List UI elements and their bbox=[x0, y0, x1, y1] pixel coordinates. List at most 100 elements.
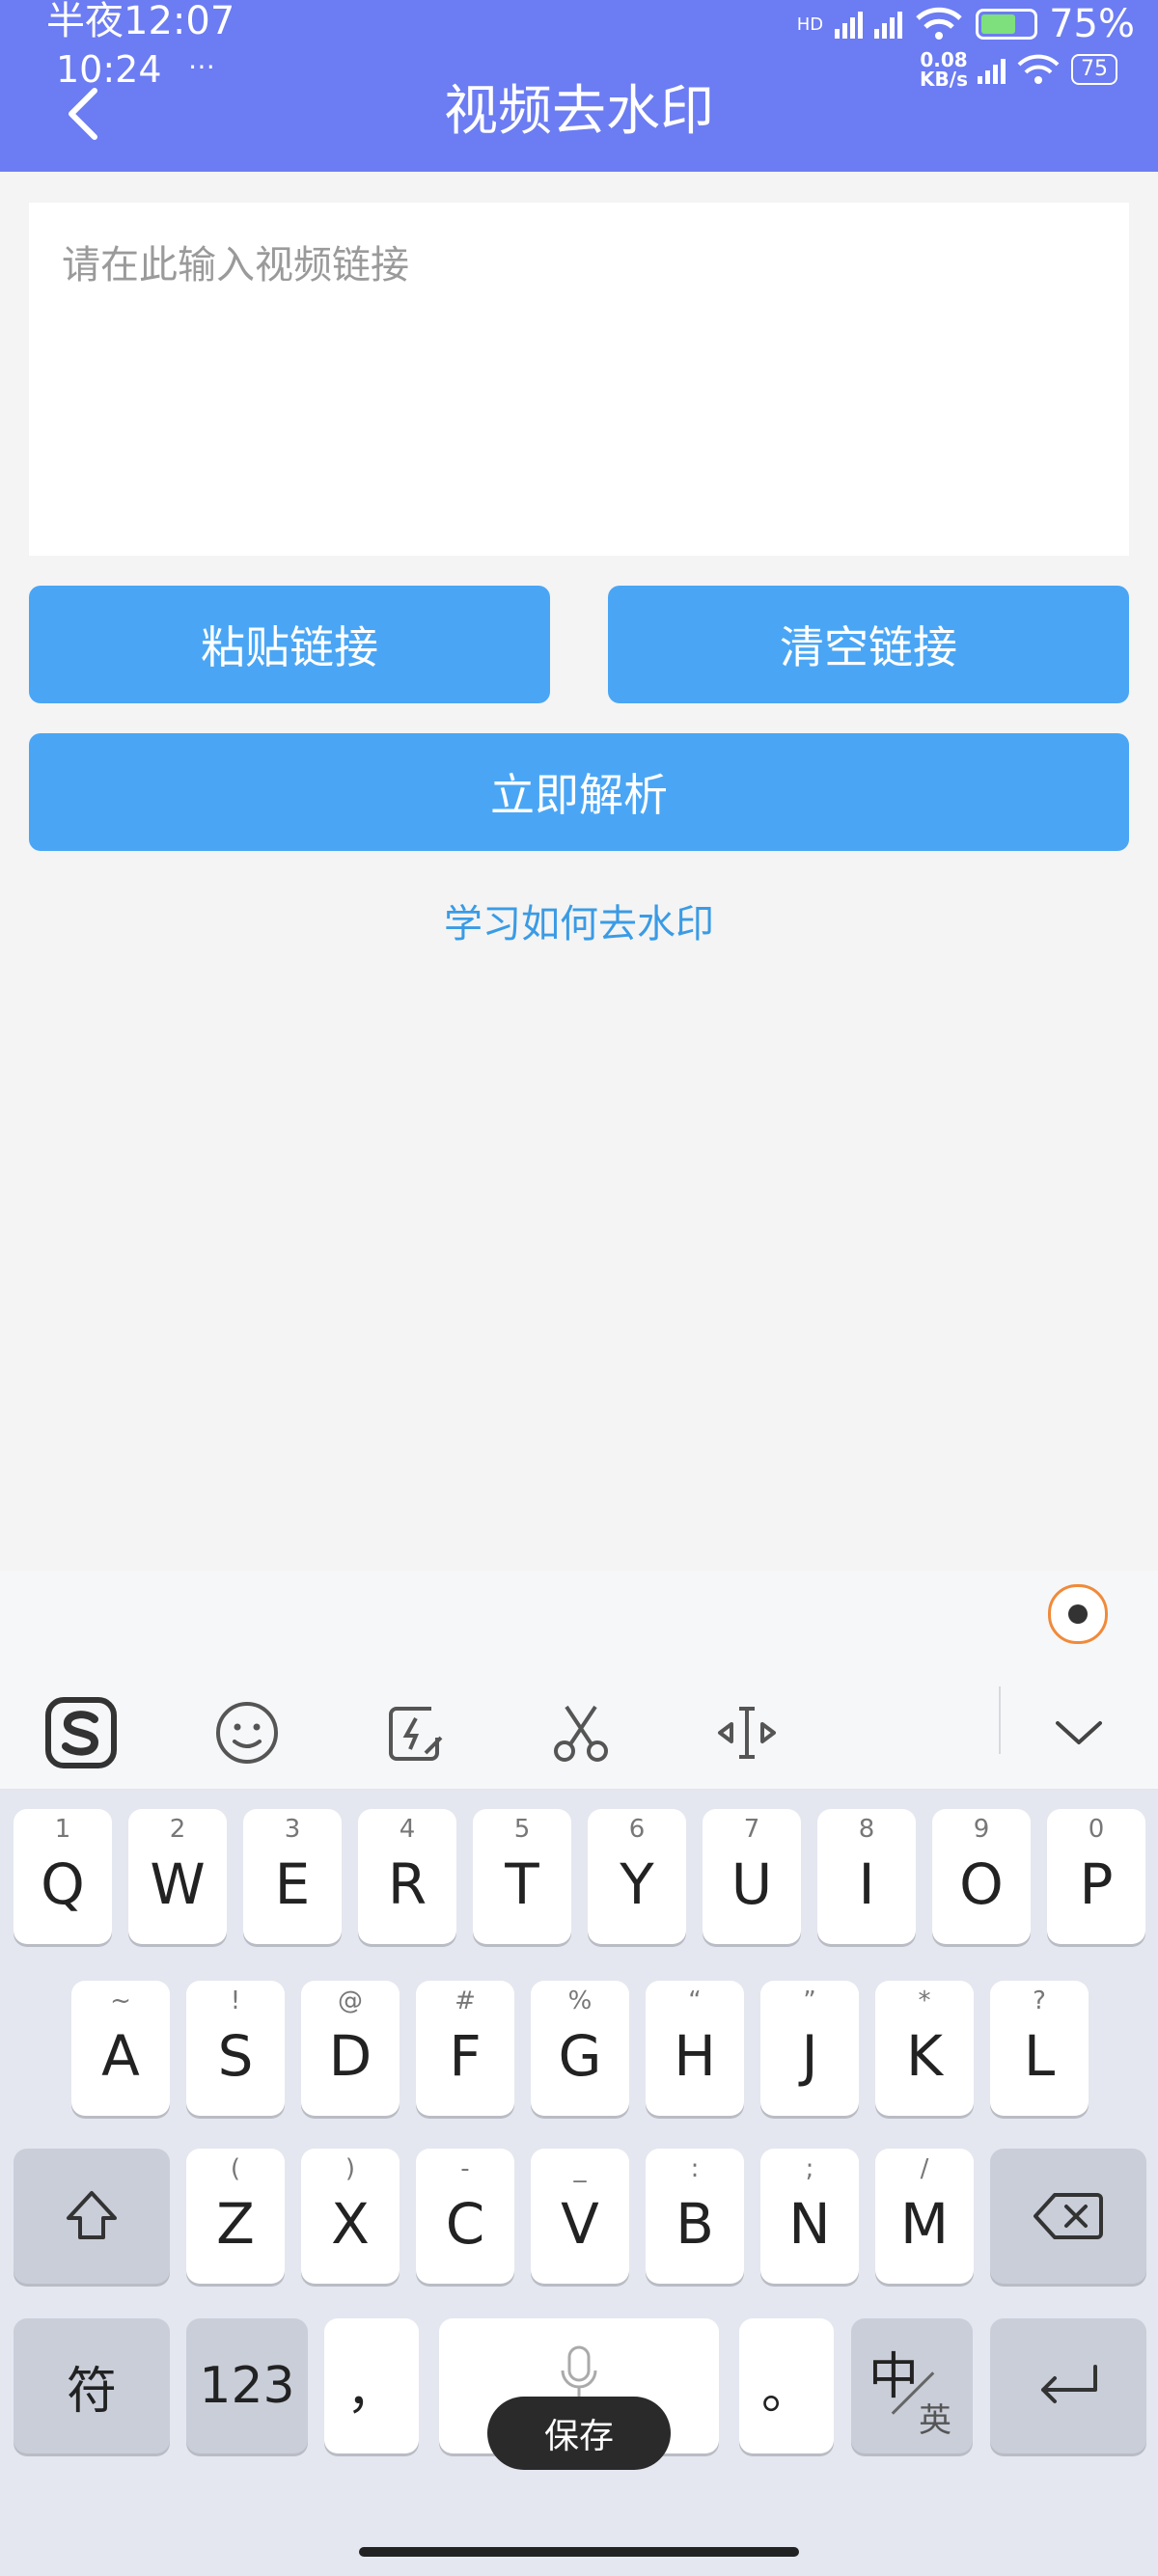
key-label: R bbox=[387, 1851, 427, 1917]
key-hint: “ bbox=[688, 1987, 702, 2015]
microphone-icon bbox=[559, 2345, 599, 2403]
home-indicator[interactable] bbox=[359, 2547, 799, 2557]
language-main-label: 中 bbox=[868, 2348, 920, 2406]
key-g[interactable]: % G bbox=[531, 1981, 629, 2116]
key-x[interactable]: ) X bbox=[301, 2149, 400, 2284]
key-hint: 0 bbox=[1088, 1815, 1105, 1844]
scissors-icon[interactable] bbox=[542, 1694, 620, 1771]
key-y[interactable]: 6Y bbox=[588, 1809, 686, 1944]
enter-key[interactable] bbox=[990, 2318, 1146, 2453]
key-f[interactable]: # F bbox=[416, 1981, 514, 2116]
key-label: U bbox=[731, 1851, 773, 1917]
key-hint: _ bbox=[573, 2154, 587, 2183]
key-j[interactable]: ” J bbox=[760, 1981, 859, 2116]
shift-icon bbox=[14, 2149, 170, 2284]
key-hint: ; bbox=[805, 2154, 814, 2183]
key-hint: ! bbox=[230, 1987, 241, 2015]
key-hint: ~ bbox=[110, 1987, 131, 2015]
shift-key[interactable] bbox=[14, 2149, 170, 2284]
wifi-icon bbox=[916, 7, 962, 40]
cursor-move-icon[interactable] bbox=[708, 1694, 786, 1771]
key-a[interactable]: ~ A bbox=[71, 1981, 170, 2116]
key-hint: : bbox=[690, 2154, 700, 2183]
signal-icon-2 bbox=[874, 10, 903, 39]
comma-key-label: ， bbox=[345, 2362, 397, 2421]
keyboard-toolbar bbox=[0, 1677, 1158, 1790]
clear-link-button[interactable]: 清空链接 bbox=[608, 586, 1129, 703]
key-h[interactable]: “H bbox=[646, 1981, 744, 2116]
backspace-key[interactable] bbox=[990, 2149, 1146, 2284]
key-hint: ? bbox=[1033, 1987, 1046, 2015]
key-label: G bbox=[558, 2023, 602, 2089]
key-label: K bbox=[905, 2023, 944, 2089]
key-z[interactable]: (Z bbox=[186, 2149, 285, 2284]
key-u[interactable]: 7U bbox=[703, 1809, 801, 1944]
quick-phrase-icon[interactable] bbox=[378, 1694, 455, 1771]
key-label: Z bbox=[216, 2191, 255, 2257]
key-v[interactable]: _ V bbox=[531, 2149, 629, 2284]
key-p[interactable]: 0P bbox=[1047, 1809, 1145, 1944]
signal-icon bbox=[835, 10, 864, 39]
key-r[interactable]: 4R bbox=[358, 1809, 456, 1944]
keyboard-top-strip bbox=[0, 1571, 1158, 1677]
key-t[interactable]: 5T bbox=[473, 1809, 571, 1944]
key-o[interactable]: 9O bbox=[932, 1809, 1031, 1944]
key-hint: 4 bbox=[399, 1815, 416, 1844]
network-speed-value: 0.08 bbox=[920, 48, 968, 71]
language-switch-key[interactable]: 中 英 bbox=[851, 2318, 973, 2453]
key-s[interactable]: ! S bbox=[186, 1981, 285, 2116]
learn-how-link[interactable]: 学习如何去水印 bbox=[0, 892, 1158, 948]
key-label: A bbox=[101, 2023, 140, 2089]
key-e[interactable]: 3E bbox=[243, 1809, 342, 1944]
key-label: J bbox=[801, 2023, 818, 2089]
period-key-label: 。 bbox=[760, 2362, 812, 2421]
key-label: S bbox=[217, 2023, 254, 2089]
key-hint: 6 bbox=[628, 1815, 646, 1844]
key-hint: # bbox=[455, 1987, 476, 2015]
save-toast: 保存 bbox=[487, 2397, 671, 2470]
key-d[interactable]: @ D bbox=[301, 1981, 400, 2116]
key-b[interactable]: :B bbox=[646, 2149, 744, 2284]
key-label: M bbox=[899, 2191, 950, 2257]
key-label: B bbox=[676, 2191, 714, 2257]
language-sub-label: 英 bbox=[919, 2401, 951, 2440]
sogou-logo-icon[interactable] bbox=[42, 1694, 120, 1771]
battery-icon bbox=[976, 9, 1038, 40]
key-hint: 5 bbox=[513, 1815, 531, 1844]
key-hint: 9 bbox=[973, 1815, 990, 1844]
key-label: N bbox=[788, 2191, 831, 2257]
key-k[interactable]: * K bbox=[875, 1981, 974, 2116]
period-key[interactable]: 。 bbox=[739, 2318, 834, 2453]
paste-link-button[interactable]: 粘贴链接 bbox=[29, 586, 550, 703]
symbols-key[interactable]: 符 bbox=[14, 2318, 170, 2453]
key-hint: @ bbox=[338, 1987, 363, 2015]
key-i[interactable]: 8I bbox=[817, 1809, 916, 1944]
key-hint: 8 bbox=[858, 1815, 875, 1844]
key-c[interactable]: -C bbox=[416, 2149, 514, 2284]
key-label: D bbox=[328, 2023, 372, 2089]
mascot-icon[interactable] bbox=[1048, 1584, 1108, 1644]
status-bar-right: HD 75% bbox=[797, 2, 1135, 46]
key-label: X bbox=[331, 2191, 370, 2257]
key-l[interactable]: ? L bbox=[990, 1981, 1089, 2116]
parse-now-button[interactable]: 立即解析 bbox=[29, 733, 1129, 851]
key-label: T bbox=[505, 1851, 539, 1917]
backspace-icon bbox=[990, 2149, 1146, 2284]
key-hint: 1 bbox=[54, 1815, 71, 1844]
key-hint: 3 bbox=[284, 1815, 301, 1844]
key-q[interactable]: 1Q bbox=[14, 1809, 112, 1944]
numbers-key[interactable]: 123 bbox=[186, 2318, 308, 2453]
key-w[interactable]: 2W bbox=[128, 1809, 227, 1944]
key-label: H bbox=[674, 2023, 716, 2089]
key-label: Y bbox=[620, 1851, 654, 1917]
toolbar-divider bbox=[999, 1686, 1001, 1754]
collapse-keyboard-icon[interactable] bbox=[1040, 1694, 1117, 1771]
key-m[interactable]: / M bbox=[875, 2149, 974, 2284]
key-label: Q bbox=[41, 1851, 85, 1917]
key-label: C bbox=[445, 2191, 485, 2257]
key-n[interactable]: ; N bbox=[760, 2149, 859, 2284]
video-link-input[interactable]: 请在此输入视频链接 bbox=[29, 203, 1129, 556]
comma-key[interactable]: ， bbox=[324, 2318, 419, 2453]
numbers-key-label: 123 bbox=[199, 2357, 295, 2415]
emoji-icon[interactable] bbox=[208, 1694, 286, 1771]
